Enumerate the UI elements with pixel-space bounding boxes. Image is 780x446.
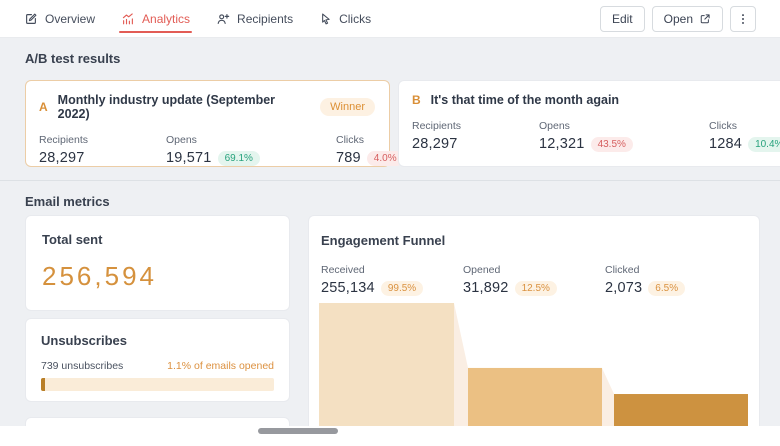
- unsubscribes-card: Unsubscribes 739 unsubscribes 1.1% of em…: [25, 318, 290, 402]
- unsubscribes-percent: 1.1% of emails opened: [167, 360, 274, 372]
- header-actions: Edit Open: [599, 0, 756, 37]
- clicks-stat: Clicks 1284 10.4%: [709, 120, 780, 152]
- kebab-menu-icon: [736, 12, 750, 26]
- opens-pct-badge: 43.5%: [590, 136, 633, 152]
- unsubscribes-progress-bar: [41, 378, 274, 391]
- variant-a-card: A Monthly industry update (September 202…: [25, 80, 404, 167]
- tab-label: Analytics: [142, 11, 191, 26]
- section-divider: [0, 180, 780, 181]
- tab-overview[interactable]: Overview: [24, 0, 95, 37]
- edit-button[interactable]: Edit: [599, 5, 645, 32]
- funnel-stage-opened: Opened 31,892 12.5%: [463, 264, 605, 296]
- funnel-stats: Received 255,134 99.5% Opened 31,892 12.…: [321, 264, 747, 296]
- more-options-button[interactable]: [730, 5, 756, 32]
- variant-name: Monthly industry update (September 2022): [57, 93, 276, 121]
- recipients-stat: Recipients 28,297: [39, 134, 89, 166]
- variant-b-card: B It's that time of the month again Reci…: [398, 80, 780, 167]
- ab-test-cards: A Monthly industry update (September 202…: [25, 80, 780, 167]
- clicks-icon: [319, 12, 332, 25]
- funnel-stage-received: Received 255,134 99.5%: [321, 264, 463, 296]
- variant-letter: A: [39, 100, 48, 114]
- opened-pct-badge: 12.5%: [514, 280, 557, 296]
- total-sent-label: Total sent: [42, 232, 103, 247]
- tab-clicks[interactable]: Clicks: [319, 0, 371, 37]
- email-metrics-section-title: Email metrics: [25, 194, 110, 209]
- total-sent-card: Total sent 256,594: [25, 215, 290, 311]
- unsubscribes-count: 739 unsubscribes: [41, 360, 124, 372]
- received-pct-badge: 99.5%: [380, 280, 424, 296]
- open-button[interactable]: Open: [651, 5, 723, 32]
- clicks-stat: Clicks 789 4.0%: [336, 134, 404, 166]
- analytics-icon: [121, 12, 135, 26]
- opens-pct-badge: 69.1%: [217, 150, 260, 166]
- clicked-pct-badge: 6.5%: [648, 280, 686, 296]
- tab-analytics[interactable]: Analytics: [119, 0, 193, 37]
- funnel-stage-clicked: Clicked 2,073 6.5%: [605, 264, 747, 296]
- tab-label: Clicks: [339, 11, 372, 26]
- open-external-icon: [699, 13, 711, 25]
- engagement-funnel-card: Engagement Funnel Received 255,134 99.5%…: [308, 215, 760, 446]
- bottom-strip: [0, 426, 780, 446]
- unsubscribes-title: Unsubscribes: [41, 333, 127, 348]
- tab-label: Overview: [45, 11, 96, 26]
- recipients-stat: Recipients 28,297: [412, 120, 462, 152]
- recipients-icon: [216, 12, 230, 26]
- funnel-chart: [319, 303, 748, 426]
- variant-letter: B: [412, 93, 421, 107]
- tab-label: Recipients: [237, 11, 294, 26]
- opens-stat: Opens 12,321 43.5%: [539, 120, 709, 152]
- tab-recipients[interactable]: Recipients: [216, 0, 293, 37]
- unsubscribes-progress-fill: [41, 378, 45, 391]
- tabs: Overview Analytics Recipients Clicks: [24, 0, 371, 37]
- opens-stat: Opens 19,571 69.1%: [166, 134, 336, 166]
- winner-badge: Winner: [320, 98, 375, 116]
- header-tab-bar: Overview Analytics Recipients Clicks Edi…: [0, 0, 780, 38]
- edit-icon: [24, 12, 38, 26]
- ab-test-section-title: A/B test results: [25, 51, 121, 66]
- variant-name: It's that time of the month again: [430, 93, 620, 107]
- funnel-title: Engagement Funnel: [321, 233, 446, 248]
- total-sent-value: 256,594: [42, 261, 157, 291]
- clicks-pct-badge: 10.4%: [748, 136, 780, 152]
- horizontal-scrollbar-thumb[interactable]: [258, 428, 338, 434]
- email-analytics-page: Overview Analytics Recipients Clicks Edi…: [0, 0, 780, 446]
